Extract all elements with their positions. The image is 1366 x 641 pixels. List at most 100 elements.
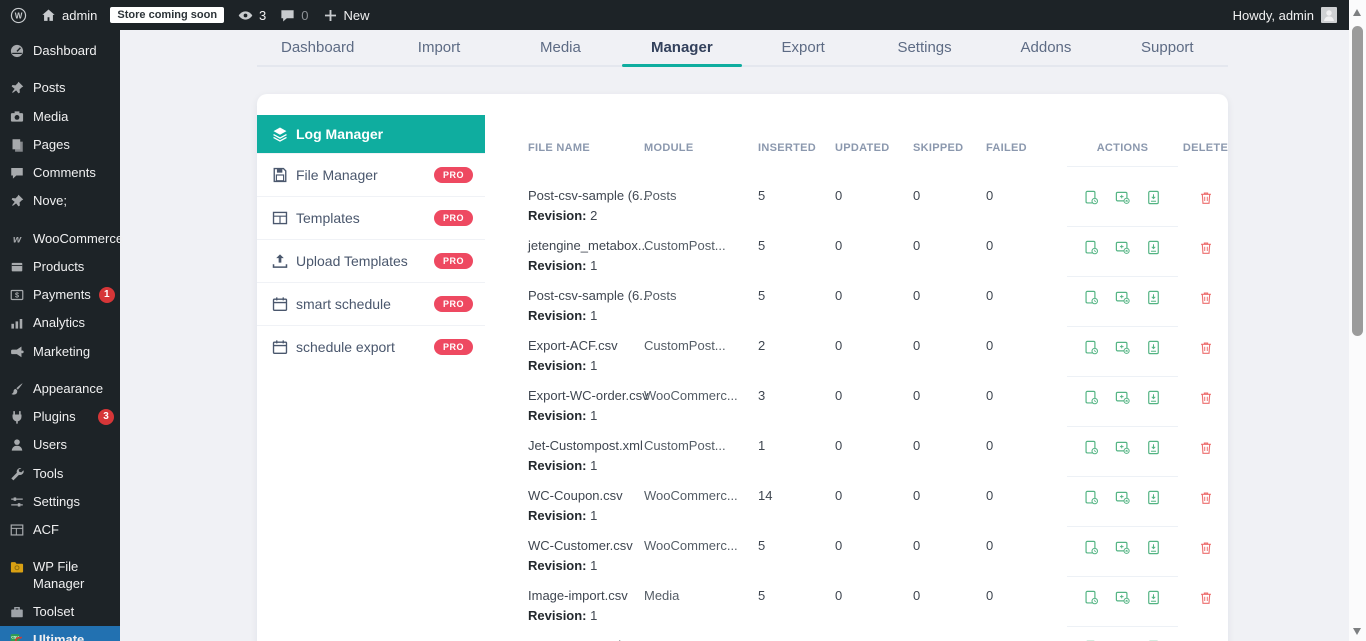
pro-badge[interactable]: PRO: [434, 296, 473, 312]
download-file-icon[interactable]: [1145, 339, 1162, 356]
sidebar-item-users[interactable]: Users: [0, 431, 120, 459]
download-file-icon[interactable]: [1145, 289, 1162, 306]
delete-icon[interactable]: [1198, 240, 1214, 256]
error-report-icon[interactable]: [1114, 189, 1131, 206]
sidebar-item-toolset[interactable]: Toolset: [0, 598, 120, 626]
updated-cell: 0: [835, 288, 913, 338]
sidebar-item-tools[interactable]: Tools: [0, 460, 120, 488]
view-log-icon[interactable]: [1083, 239, 1100, 256]
delete-icon[interactable]: [1198, 540, 1214, 556]
module-cell: Posts: [644, 188, 758, 238]
error-report-icon[interactable]: [1114, 339, 1131, 356]
sidebar-item-plugins[interactable]: Plugins3: [0, 403, 120, 431]
delete-icon[interactable]: [1198, 490, 1214, 506]
error-report-icon[interactable]: [1114, 289, 1131, 306]
download-file-icon[interactable]: [1145, 239, 1162, 256]
pro-badge[interactable]: PRO: [434, 253, 473, 269]
panel-item-label: Log Manager: [296, 126, 383, 142]
download-file-icon[interactable]: [1145, 189, 1162, 206]
skipped-cell: 0: [913, 388, 986, 438]
download-file-icon[interactable]: [1145, 389, 1162, 406]
wordpress-logo-icon[interactable]: W: [10, 7, 27, 24]
error-report-icon[interactable]: [1114, 489, 1131, 506]
sidebar-item-dashboard[interactable]: Dashboard: [0, 37, 120, 65]
view-log-icon[interactable]: [1083, 289, 1100, 306]
pro-badge[interactable]: PRO: [434, 339, 473, 355]
sidebar-item-wp-file-manager[interactable]: WP File Manager: [0, 553, 120, 598]
delete-icon[interactable]: [1198, 190, 1214, 206]
sidebar-item-appearance[interactable]: Appearance: [0, 375, 120, 403]
download-file-icon[interactable]: [1145, 539, 1162, 556]
sidebar-item-payments[interactable]: $ Payments1: [0, 281, 120, 309]
comments-counter[interactable]: 0: [279, 7, 308, 24]
tab-manager[interactable]: Manager: [621, 30, 742, 65]
error-report-icon[interactable]: [1114, 589, 1131, 606]
view-log-icon[interactable]: [1083, 589, 1100, 606]
panel-item-schedule-export[interactable]: schedule exportPRO: [257, 325, 485, 368]
tab-settings[interactable]: Settings: [864, 30, 985, 65]
view-log-icon[interactable]: [1083, 189, 1100, 206]
sidebar-item-pages[interactable]: Pages: [0, 131, 120, 159]
scrollbar-thumb[interactable]: [1352, 26, 1363, 336]
row-actions: [1067, 538, 1178, 577]
sidebar-item-ultimate-csv-importer-free[interactable]: CSV Ultimate CSV Importer Free: [0, 626, 120, 641]
download-file-icon[interactable]: [1145, 439, 1162, 456]
updated-cell: 0: [835, 588, 913, 638]
woo-icon: w: [9, 231, 25, 247]
tab-import[interactable]: Import: [378, 30, 499, 65]
error-report-icon[interactable]: [1114, 389, 1131, 406]
delete-icon[interactable]: [1198, 390, 1214, 406]
view-log-icon[interactable]: [1083, 339, 1100, 356]
sidebar-item-media[interactable]: Media: [0, 103, 120, 131]
view-log-icon[interactable]: [1083, 489, 1100, 506]
column-header-actions: ACTIONS: [1067, 142, 1178, 167]
delete-icon[interactable]: [1198, 590, 1214, 606]
sidebar-item-woocommerce[interactable]: w WooCommerce: [0, 225, 120, 253]
sidebar-item-analytics[interactable]: Analytics: [0, 309, 120, 337]
coming-soon-badge[interactable]: Store coming soon: [110, 7, 224, 23]
tab-dashboard[interactable]: Dashboard: [257, 30, 378, 65]
panel-item-upload-templates[interactable]: Upload TemplatesPRO: [257, 239, 485, 282]
view-log-icon[interactable]: [1083, 539, 1100, 556]
sidebar-item-label: Plugins: [33, 409, 90, 425]
download-file-icon[interactable]: [1145, 489, 1162, 506]
pro-badge[interactable]: PRO: [434, 167, 473, 183]
sidebar-item-nove[interactable]: Nove;: [0, 187, 120, 215]
pro-badge[interactable]: PRO: [434, 210, 473, 226]
tab-export[interactable]: Export: [743, 30, 864, 65]
account-menu[interactable]: Howdy, admin: [1233, 7, 1349, 23]
skipped-cell: 0: [913, 238, 986, 288]
sidebar-item-products[interactable]: Products: [0, 253, 120, 281]
panel-item-templates[interactable]: TemplatesPRO: [257, 196, 485, 239]
sidebar-item-comments[interactable]: Comments: [0, 159, 120, 187]
panel-item-log-manager[interactable]: Log Manager: [257, 115, 485, 153]
tab-support[interactable]: Support: [1107, 30, 1228, 65]
view-counter[interactable]: 3: [237, 7, 266, 24]
site-menu[interactable]: admin: [40, 7, 97, 24]
file-name: Export-WC-order.csv: [528, 388, 644, 403]
error-report-icon[interactable]: [1114, 239, 1131, 256]
sidebar-item-marketing[interactable]: Marketing: [0, 338, 120, 366]
briefcase-icon: [9, 604, 25, 620]
row-actions: [1067, 588, 1178, 627]
error-report-icon[interactable]: [1114, 539, 1131, 556]
page-scrollbar[interactable]: [1349, 0, 1366, 641]
sidebar-item-label: Toolset: [33, 604, 114, 620]
delete-icon[interactable]: [1198, 340, 1214, 356]
panel-item-file-manager[interactable]: File ManagerPRO: [257, 153, 485, 196]
sidebar-item-acf[interactable]: ACF: [0, 516, 120, 544]
view-log-icon[interactable]: [1083, 439, 1100, 456]
view-log-icon[interactable]: [1083, 389, 1100, 406]
delete-icon[interactable]: [1198, 440, 1214, 456]
scrollbar-down-arrow-icon[interactable]: [1353, 628, 1361, 635]
new-menu[interactable]: New: [322, 7, 370, 24]
tab-addons[interactable]: Addons: [985, 30, 1106, 65]
sidebar-item-settings[interactable]: Settings: [0, 488, 120, 516]
download-file-icon[interactable]: [1145, 589, 1162, 606]
sidebar-item-posts[interactable]: Posts: [0, 74, 120, 102]
tab-media[interactable]: Media: [500, 30, 621, 65]
delete-icon[interactable]: [1198, 290, 1214, 306]
error-report-icon[interactable]: [1114, 439, 1131, 456]
panel-item-smart-schedule[interactable]: smart schedulePRO: [257, 282, 485, 325]
scrollbar-up-arrow-icon[interactable]: [1353, 9, 1361, 16]
